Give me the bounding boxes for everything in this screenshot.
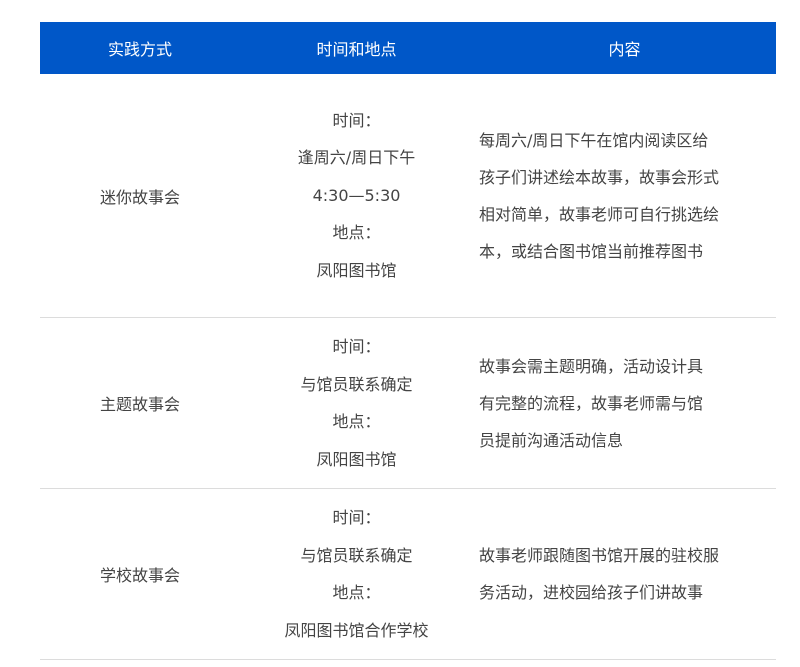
- activity-table: 实践方式 时间和地点 内容 迷你故事会 时间： 逢周六/周日下午 4:30—5:…: [40, 22, 776, 660]
- time-label: 时间：: [332, 508, 381, 527]
- content-cell: 故事会需主题明确，活动设计具 有完整的流程，故事老师需与馆 员提前沟通活动信息: [473, 317, 776, 489]
- content-line: 每周六/周日下午在馆内阅读区给: [479, 130, 709, 150]
- place-label: 地点：: [332, 412, 381, 431]
- content-cell: 每周六/周日下午在馆内阅读区给 孩子们讲述绘本故事，故事会形式 相对简单，故事老…: [473, 74, 776, 318]
- place-label: 地点：: [332, 223, 381, 243]
- content-line: 本，或结合图书馆当前推荐图书: [479, 241, 704, 261]
- header-method: 实践方式: [40, 22, 240, 74]
- content-line: 孩子们讲述绘本故事，故事会形式: [479, 167, 720, 187]
- content-line: 故事老师跟随图书馆开展的驻校服: [479, 546, 720, 565]
- place-value: 凤阳图书馆: [316, 260, 397, 280]
- time-place-cell: 时间： 与馆员联系确定 地点： 凤阳图书馆: [240, 317, 473, 489]
- time-label: 时间：: [332, 110, 381, 130]
- table-header-row: 实践方式 时间和地点 内容: [40, 22, 776, 74]
- content-cell: 故事老师跟随图书馆开展的驻校服 务活动，进校园给孩子们讲故事: [473, 488, 776, 660]
- content-line: 务活动，进校园给孩子们讲故事: [479, 583, 704, 602]
- method-cell: 学校故事会: [40, 488, 240, 660]
- table-row: 学校故事会 时间： 与馆员联系确定 地点： 凤阳图书馆合作学校 故事老师跟随图书…: [40, 488, 776, 660]
- method-cell: 迷你故事会: [40, 74, 240, 318]
- table-row: 主题故事会 时间： 与馆员联系确定 地点： 凤阳图书馆 故事会需主题明确，活动设…: [40, 317, 776, 489]
- place-value: 凤阳图书馆合作学校: [284, 620, 429, 640]
- time-value: 逢周六/周日下午: [297, 148, 416, 168]
- table-row: 迷你故事会 时间： 逢周六/周日下午 4:30—5:30 地点： 凤阳图书馆 每…: [40, 74, 776, 318]
- time-value: 与馆员联系确定: [300, 374, 413, 394]
- time-label: 时间：: [332, 337, 381, 356]
- place-label: 地点：: [332, 583, 381, 602]
- header-time-place: 时间和地点: [240, 22, 473, 74]
- time-value: 4:30—5:30: [312, 185, 401, 205]
- content-line: 相对简单，故事老师可自行挑选绘: [479, 204, 720, 224]
- method-cell: 主题故事会: [40, 317, 240, 489]
- content-line: 故事会需主题明确，活动设计具: [479, 356, 704, 376]
- content-line: 员提前沟通活动信息: [479, 430, 624, 450]
- content-line: 有完整的流程，故事老师需与馆: [479, 393, 704, 413]
- time-place-cell: 时间： 与馆员联系确定 地点： 凤阳图书馆合作学校: [240, 488, 473, 660]
- header-content: 内容: [473, 22, 776, 74]
- time-place-cell: 时间： 逢周六/周日下午 4:30—5:30 地点： 凤阳图书馆: [240, 74, 473, 318]
- time-value: 与馆员联系确定: [300, 545, 413, 565]
- place-value: 凤阳图书馆: [316, 449, 397, 469]
